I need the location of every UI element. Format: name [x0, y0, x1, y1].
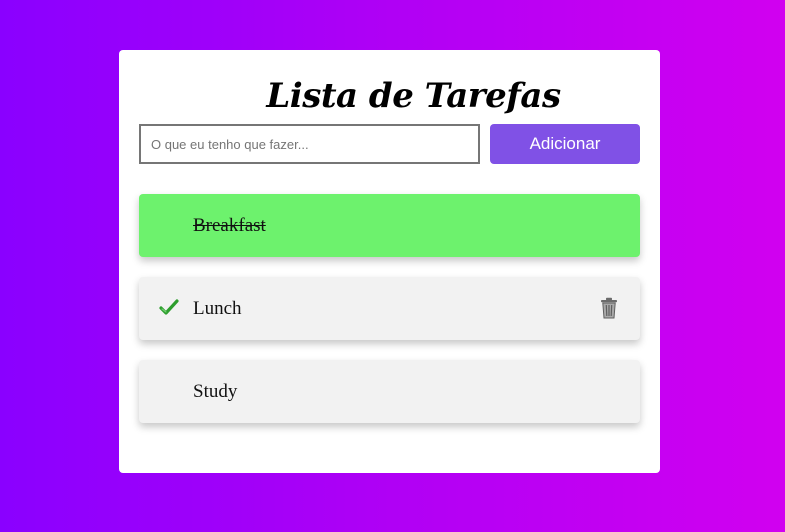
task-label: Study [193, 381, 238, 402]
task-item-study[interactable]: Study [139, 360, 640, 423]
check-icon[interactable] [159, 299, 179, 317]
task-label: Lunch [193, 298, 242, 319]
task-list: Breakfast Lunch Study [139, 194, 640, 443]
task-item-breakfast[interactable]: Breakfast [139, 194, 640, 257]
page-title: Lista de Tarefas [266, 76, 561, 116]
todo-card: Lista de Tarefas Adicionar Breakfast Lun… [119, 50, 660, 473]
task-label: Breakfast [193, 215, 266, 236]
add-task-button[interactable]: Adicionar [490, 124, 640, 164]
task-item-lunch[interactable]: Lunch [139, 277, 640, 340]
trash-icon[interactable] [600, 297, 618, 319]
task-input[interactable] [139, 124, 480, 164]
